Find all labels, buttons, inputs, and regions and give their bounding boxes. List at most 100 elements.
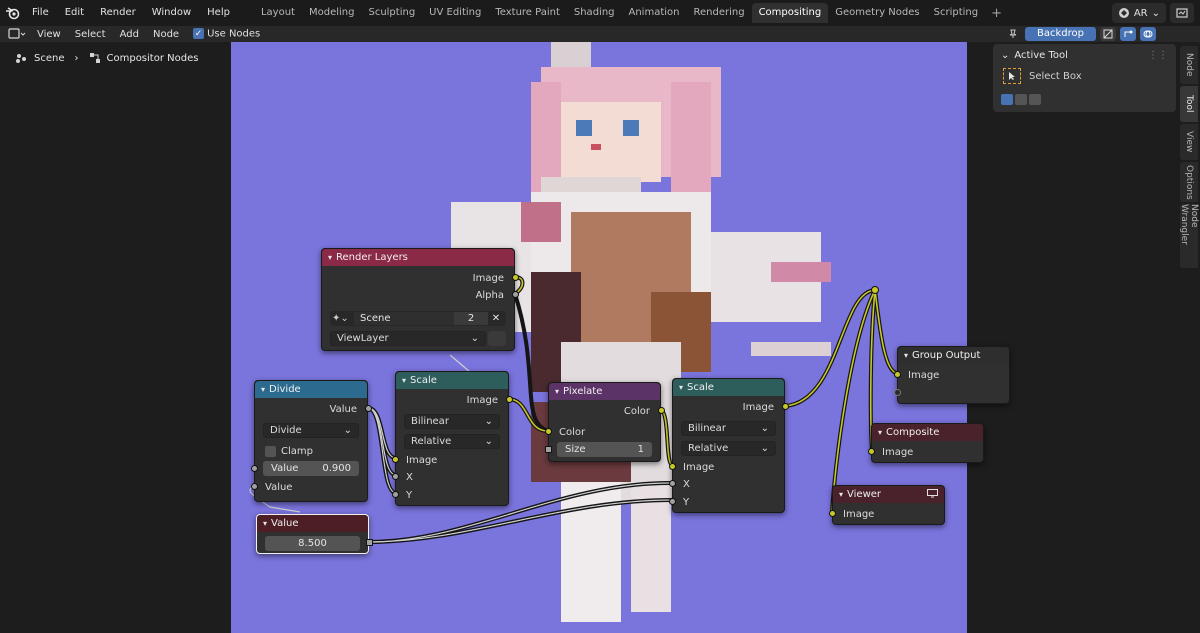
side-tab-node-wrangler[interactable]: Node Wrangler bbox=[1179, 204, 1199, 268]
menu-render[interactable]: Render bbox=[92, 0, 144, 26]
tab-sculpting[interactable]: Sculpting bbox=[361, 3, 422, 23]
divide-node[interactable]: ▾ Divide Value Divide ⌄ Clamp Value 0.900 V… bbox=[251, 380, 372, 502]
scale-header[interactable]: ▾ Scale bbox=[673, 379, 784, 396]
viewer-header[interactable]: ▾ Viewer bbox=[833, 486, 944, 503]
composite-header[interactable]: ▾ Composite bbox=[872, 424, 983, 441]
tab-layout[interactable]: Layout bbox=[254, 3, 302, 23]
header-view-menu[interactable]: View bbox=[30, 29, 68, 40]
x-input-socket[interactable] bbox=[392, 473, 399, 480]
pixelate-node[interactable]: ▾ Pixelate Color Color Size 1 bbox=[545, 382, 665, 462]
image-output-socket[interactable] bbox=[506, 396, 513, 403]
scale-node-1[interactable]: ▾ Scale Image Bilinear ⌄ Relative ⌄ Image X… bbox=[392, 371, 513, 506]
subtract-selection-icon[interactable] bbox=[1029, 94, 1041, 105]
chevron-down-icon[interactable]: ▾ bbox=[839, 490, 843, 499]
header-select-menu[interactable]: Select bbox=[68, 29, 113, 40]
scale-header[interactable]: ▾ Scale bbox=[396, 372, 508, 389]
tab-compositing[interactable]: Compositing bbox=[751, 3, 829, 23]
empty-input-socket[interactable] bbox=[894, 389, 901, 396]
chevron-down-icon[interactable]: ▾ bbox=[679, 383, 683, 392]
size-input-socket[interactable] bbox=[545, 446, 552, 453]
filter-dropdown[interactable]: Bilinear ⌄ bbox=[681, 421, 776, 436]
backdrop-button[interactable]: Backdrop bbox=[1025, 27, 1096, 41]
y-input-socket[interactable] bbox=[669, 498, 676, 505]
tab-animation[interactable]: Animation bbox=[622, 3, 687, 23]
chevron-down-icon[interactable]: ▾ bbox=[263, 519, 267, 528]
scene-selector[interactable]: AR ⌄ bbox=[1111, 3, 1166, 23]
header-add-menu[interactable]: Add bbox=[113, 29, 146, 40]
color-output-socket[interactable] bbox=[658, 407, 665, 414]
tab-shading[interactable]: Shading bbox=[567, 3, 622, 23]
active-tool-header[interactable]: ⌄ Active Tool ⋮⋮ bbox=[993, 44, 1176, 67]
value-node[interactable]: ▾ Value 8.500 bbox=[256, 514, 373, 554]
menu-window[interactable]: Window bbox=[144, 0, 199, 26]
alpha-output-socket[interactable] bbox=[512, 291, 519, 298]
chevron-down-icon[interactable]: ▾ bbox=[402, 376, 406, 385]
image-input-socket[interactable] bbox=[392, 456, 399, 463]
add-workspace-button[interactable]: + bbox=[985, 6, 1008, 21]
side-tab-tool[interactable]: Tool bbox=[1180, 86, 1198, 122]
chevron-down-icon[interactable]: ▾ bbox=[261, 385, 265, 394]
use-nodes-toggle[interactable]: ✓ Use Nodes bbox=[186, 28, 267, 40]
group-output-node[interactable]: ▾ Group Output Image bbox=[894, 346, 1010, 404]
view-layer-dropdown[interactable]: ViewLayer ⌄ bbox=[330, 331, 486, 346]
divide-operation-dropdown[interactable]: Divide ⌄ bbox=[263, 423, 359, 438]
pixelate-header[interactable]: ▾ Pixelate bbox=[549, 383, 660, 400]
chevron-down-icon[interactable]: ▾ bbox=[328, 253, 332, 262]
extend-selection-icon[interactable] bbox=[1015, 94, 1027, 105]
image-input-socket[interactable] bbox=[829, 510, 836, 517]
y-input-socket[interactable] bbox=[392, 491, 399, 498]
breadcrumb-scene[interactable]: Scene bbox=[34, 53, 65, 64]
render-layers-header[interactable]: ▾ Render Layers bbox=[322, 249, 514, 266]
value-field[interactable]: 8.500 bbox=[265, 536, 360, 551]
snapping-icon[interactable] bbox=[1120, 27, 1136, 41]
pin-icon[interactable] bbox=[1005, 27, 1021, 41]
color-input-socket[interactable] bbox=[545, 428, 552, 435]
close-icon[interactable]: ✕ bbox=[488, 313, 504, 324]
space-dropdown[interactable]: Relative ⌄ bbox=[404, 434, 500, 449]
side-tab-view[interactable]: View bbox=[1180, 124, 1198, 160]
scene-selector-field[interactable]: ✦⌄ Scene 2 ✕ bbox=[330, 311, 506, 326]
new-selection-icon[interactable] bbox=[1001, 94, 1013, 105]
menu-edit[interactable]: Edit bbox=[57, 0, 92, 26]
pixel-size-field[interactable]: Size 1 bbox=[557, 442, 652, 457]
tab-modeling[interactable]: Modeling bbox=[302, 3, 362, 23]
render-icon[interactable] bbox=[488, 331, 506, 346]
divide-header[interactable]: ▾ Divide bbox=[255, 381, 367, 398]
render-layers-node[interactable]: ▾ Render Layers Image Alpha ✦⌄ Scene 2 ✕ … bbox=[321, 248, 519, 351]
menu-file[interactable]: File bbox=[24, 0, 57, 26]
value-input-socket[interactable] bbox=[251, 465, 258, 472]
backdrop-channels-icon[interactable] bbox=[1100, 27, 1116, 41]
group-output-header[interactable]: ▾ Group Output bbox=[898, 347, 1009, 364]
value-output-socket[interactable] bbox=[366, 539, 373, 546]
filter-dropdown[interactable]: Bilinear ⌄ bbox=[404, 414, 500, 429]
value-header[interactable]: ▾ Value bbox=[257, 515, 368, 532]
clamp-toggle[interactable]: Clamp bbox=[255, 443, 367, 459]
blender-logo-icon[interactable] bbox=[2, 0, 24, 26]
image-output-socket[interactable] bbox=[782, 403, 789, 410]
chevron-down-icon[interactable]: ▾ bbox=[878, 428, 882, 437]
node-editor-canvas[interactable]: Scene › Compositor Nodes ▾ Render Layers… bbox=[0, 42, 1200, 633]
tab-uv-editing[interactable]: UV Editing bbox=[422, 3, 488, 23]
image-output-socket[interactable] bbox=[512, 274, 519, 281]
scale-node-2[interactable]: ▾ Scale Image Bilinear ⌄ Relative ⌄ Image X… bbox=[669, 378, 789, 513]
side-tab-options[interactable]: Options bbox=[1180, 162, 1198, 202]
chevron-down-icon[interactable]: ▾ bbox=[555, 387, 559, 396]
space-dropdown[interactable]: Relative ⌄ bbox=[681, 441, 776, 456]
overlay-icon[interactable] bbox=[1140, 27, 1156, 41]
viewer-node[interactable]: ▾ Viewer Image bbox=[829, 485, 945, 525]
view-layer-icon-button[interactable] bbox=[1170, 3, 1194, 23]
side-tab-node[interactable]: Node bbox=[1180, 46, 1198, 84]
breadcrumb-node-tree[interactable]: Compositor Nodes bbox=[107, 53, 199, 64]
tab-rendering[interactable]: Rendering bbox=[686, 3, 751, 23]
value-output-socket[interactable] bbox=[365, 405, 372, 412]
tab-geometry-nodes[interactable]: Geometry Nodes bbox=[828, 3, 926, 23]
chevron-down-icon[interactable]: ▾ bbox=[904, 351, 908, 360]
image-input-socket[interactable] bbox=[894, 371, 901, 378]
image-input-socket[interactable] bbox=[868, 448, 875, 455]
tab-scripting[interactable]: Scripting bbox=[927, 3, 985, 23]
editor-type-button[interactable] bbox=[4, 26, 30, 42]
value-input-socket-2[interactable] bbox=[251, 483, 258, 490]
divide-value-field[interactable]: Value 0.900 bbox=[263, 461, 359, 476]
image-input-socket[interactable] bbox=[669, 463, 676, 470]
monitor-icon[interactable] bbox=[927, 488, 938, 501]
